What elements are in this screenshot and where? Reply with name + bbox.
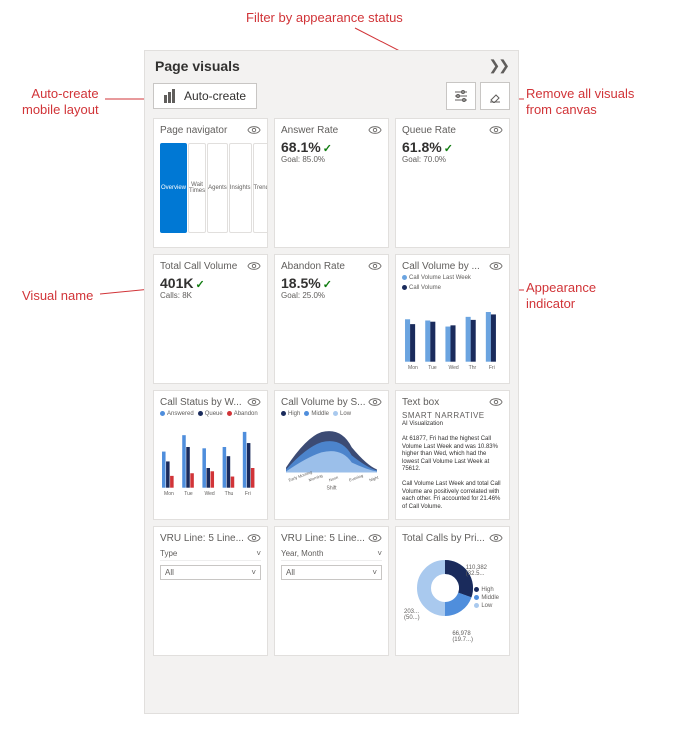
visual-title: Page navigator <box>160 125 247 136</box>
visuals-grid: Page navigatorOverviewWait TimesAgentsIn… <box>153 118 510 656</box>
visibility-icon <box>368 395 382 409</box>
slicer-dropdown[interactable]: All˅ <box>281 565 382 580</box>
svg-text:Thr: Thr <box>469 365 477 371</box>
page-tab[interactable]: Overview <box>160 143 187 233</box>
visual-body: SMART NARRATIVEAI VisualizationAt 61877,… <box>396 409 509 519</box>
sliders-icon <box>454 89 468 103</box>
annotation-filter: Filter by appearance status <box>246 10 403 26</box>
visual-body: Call Volume Last WeekCall VolumeMonTueWe… <box>396 273 509 383</box>
panel-header: Page visuals ❯❯ <box>145 51 518 78</box>
visual-title: VRU Line: 5 Line... <box>281 533 368 544</box>
visibility-icon <box>247 123 261 137</box>
toolbar: Auto-create <box>145 78 518 118</box>
visual-card[interactable]: Total Calls by Pri...HighMiddleLow110,38… <box>395 526 510 656</box>
auto-create-button[interactable]: Auto-create <box>153 83 257 109</box>
visual-card[interactable]: Page navigatorOverviewWait TimesAgentsIn… <box>153 118 268 248</box>
visual-body: 68.1%✓Goal: 85.0% <box>275 137 388 247</box>
visibility-icon <box>368 531 382 545</box>
auto-create-icon <box>164 89 178 103</box>
visual-title: Queue Rate <box>402 125 489 136</box>
svg-text:Noon: Noon <box>328 475 339 483</box>
visual-title: Call Status by W... <box>160 397 247 408</box>
eraser-button[interactable] <box>480 82 510 110</box>
visual-body: HighMiddleLowEarly MorningMorningNoonEve… <box>275 409 388 519</box>
page-visuals-panel: Page visuals ❯❯ Auto-create Page navigat… <box>144 50 519 714</box>
visibility-icon <box>247 395 261 409</box>
visual-title: Text box <box>402 397 489 408</box>
visual-card[interactable]: Text boxSMART NARRATIVEAI VisualizationA… <box>395 390 510 520</box>
svg-text:Thu: Thu <box>225 491 234 497</box>
auto-create-label: Auto-create <box>184 89 246 103</box>
visibility-icon <box>368 123 382 137</box>
page-tab[interactable]: Trends <box>253 143 268 233</box>
svg-text:Shift: Shift <box>326 486 337 492</box>
visual-body: 401K✓Calls: 8K <box>154 273 267 383</box>
visual-body: Type˅All˅ <box>154 545 267 655</box>
collapse-icon[interactable]: ❯❯ <box>489 57 508 74</box>
visual-card[interactable]: Call Volume by S...HighMiddleLowEarly Mo… <box>274 390 389 520</box>
svg-text:Wed: Wed <box>204 491 214 497</box>
svg-text:Evening: Evening <box>348 473 363 483</box>
page-tab[interactable]: Insights <box>229 143 252 233</box>
visual-body: Year, Month˅All˅ <box>275 545 388 655</box>
visual-card[interactable]: Call Volume by ...Call Volume Last WeekC… <box>395 254 510 384</box>
svg-text:Fri: Fri <box>489 365 495 371</box>
visual-title: Call Volume by S... <box>281 397 368 408</box>
annotation-remove: Remove all visuals from canvas <box>526 86 634 117</box>
visual-card[interactable]: Answer Rate68.1%✓Goal: 85.0% <box>274 118 389 248</box>
visual-title: Total Calls by Pri... <box>402 533 489 544</box>
annotation-auto-create: Auto-create mobile layout <box>22 86 99 117</box>
visibility-icon <box>247 531 261 545</box>
visual-body: 18.5%✓Goal: 25.0% <box>275 273 388 383</box>
visual-body: 61.8%✓Goal: 70.0% <box>396 137 509 247</box>
eraser-icon <box>488 89 502 103</box>
page-tab[interactable]: Wait Times <box>188 143 206 233</box>
visual-title: Abandon Rate <box>281 261 368 272</box>
annotation-visual-name: Visual name <box>22 288 93 304</box>
svg-text:Tue: Tue <box>428 365 437 371</box>
slicer-dropdown[interactable]: All˅ <box>160 565 261 580</box>
panel-title: Page visuals <box>155 58 240 74</box>
visual-body: AnsweredQueueAbandonMonTueWedThuFri <box>154 409 267 519</box>
visual-title: Answer Rate <box>281 125 368 136</box>
svg-text:Wed: Wed <box>448 365 458 371</box>
visibility-icon <box>489 259 503 273</box>
visual-title: Total Call Volume <box>160 261 247 272</box>
visibility-icon <box>489 531 503 545</box>
svg-text:Night: Night <box>369 474 380 482</box>
visual-body: HighMiddleLow110,382(32.5...66,978(19.7.… <box>396 545 509 655</box>
svg-text:Mon: Mon <box>408 365 418 371</box>
visual-card[interactable]: Total Call Volume401K✓Calls: 8K <box>153 254 268 384</box>
visibility-icon <box>489 395 503 409</box>
visual-title: VRU Line: 5 Line... <box>160 533 247 544</box>
visibility-icon <box>247 259 261 273</box>
visual-card[interactable]: Queue Rate61.8%✓Goal: 70.0% <box>395 118 510 248</box>
visual-card[interactable]: VRU Line: 5 Line...Year, Month˅All˅ <box>274 526 389 656</box>
svg-text:Tue: Tue <box>184 491 193 497</box>
svg-text:Mon: Mon <box>164 491 174 497</box>
page-tab[interactable]: Agents <box>207 143 228 233</box>
visibility-icon <box>489 123 503 137</box>
visual-body: OverviewWait TimesAgentsInsightsTrends <box>154 137 267 247</box>
visibility-icon <box>368 259 382 273</box>
svg-text:Fri: Fri <box>245 491 251 497</box>
visual-card[interactable]: VRU Line: 5 Line...Type˅All˅ <box>153 526 268 656</box>
visual-card[interactable]: Abandon Rate18.5%✓Goal: 25.0% <box>274 254 389 384</box>
filter-button[interactable] <box>446 82 476 110</box>
visual-title: Call Volume by ... <box>402 261 489 272</box>
visual-card[interactable]: Call Status by W...AnsweredQueueAbandonM… <box>153 390 268 520</box>
annotation-indicator: Appearance indicator <box>526 280 596 311</box>
